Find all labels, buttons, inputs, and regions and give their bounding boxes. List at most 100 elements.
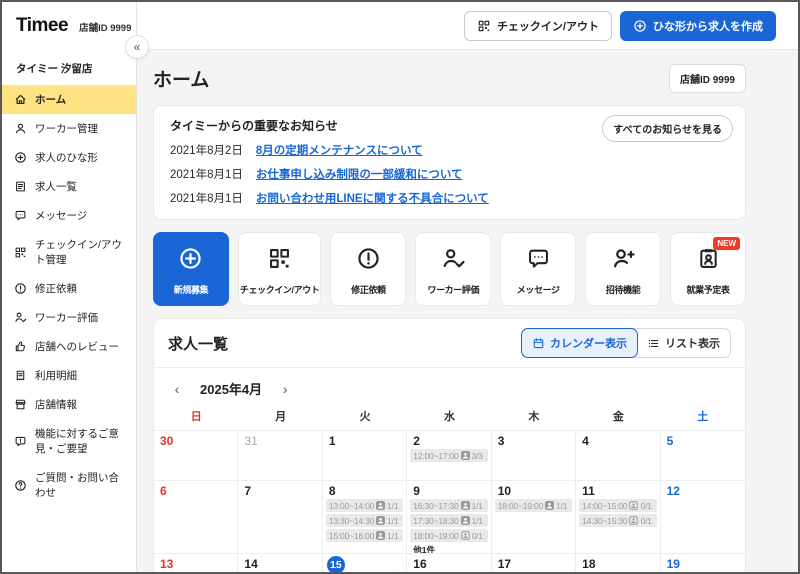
sidebar-item-job-list[interactable]: 求人一覧: [2, 172, 136, 201]
shortcut-checkin[interactable]: チェックイン/アウト: [237, 232, 322, 306]
calendar-day-31[interactable]: 31: [238, 430, 323, 480]
calendar: 30 31 1 2 12:00~17:00 3/3 3 4 5 6 7 8 13:00~14:00 1/1…: [154, 430, 745, 572]
day-number: 13: [160, 557, 174, 571]
sidebar-item-job-templates[interactable]: 求人のひな形: [2, 143, 136, 172]
shift-time: 16:30~17:30: [413, 500, 459, 511]
plus-circle-icon: [633, 19, 647, 33]
shift-chip[interactable]: 14:30~15:30 0/1: [579, 514, 657, 527]
weekday-label: 火: [359, 411, 371, 423]
document-icon: [14, 180, 27, 193]
calendar-view-button[interactable]: カレンダー表示: [521, 328, 638, 358]
notice-item: 2021年8月1日 お問い合わせ用LINEに関する不具合について: [170, 190, 729, 206]
shift-chip[interactable]: 15:00~16:00 1/1: [325, 529, 404, 542]
shift-chip[interactable]: 13:30~14:30 1/1: [325, 514, 404, 527]
shift-chip[interactable]: 12:00~17:00 3/3: [410, 449, 488, 462]
next-month-button[interactable]: ›: [278, 381, 292, 397]
create-job-from-template-button[interactable]: ひな形から求人を作成: [620, 10, 776, 41]
sidebar-item-worker-rating[interactable]: ワーカー評価: [2, 303, 136, 332]
view-all-notices-button[interactable]: すべてのお知らせを見る: [602, 115, 733, 142]
bust-icon: [629, 516, 639, 525]
sidebar-item-home[interactable]: ホーム: [2, 85, 136, 114]
shift-chip[interactable]: 18:00~19:00 1/1: [494, 499, 573, 512]
selected-day-badge: 15: [326, 556, 345, 572]
shift-chip[interactable]: 13:00~14:00 1/1: [325, 499, 404, 512]
shortcut-label: 招待機能: [605, 285, 641, 295]
calendar-day-3[interactable]: 3: [491, 430, 577, 480]
sidebar-item-label: 機能に対するご意見・ご要望: [35, 428, 119, 455]
weekday-label: 月: [275, 411, 287, 423]
shift-count: 1/1: [471, 515, 483, 526]
calendar-day-19[interactable]: 19: [660, 553, 745, 572]
calendar-day-10[interactable]: 10 18:00~19:00 1/1: [491, 480, 577, 553]
shortcut-worker-rating[interactable]: ワーカー評価: [415, 232, 492, 306]
calendar-day-12[interactable]: 12: [660, 480, 745, 553]
sidebar-item-checkin-management[interactable]: チェックイン/アウト管理: [2, 230, 136, 274]
calendar-day-8[interactable]: 8 13:00~14:00 1/1 13:30~14:30 1/1 15:00~16:00…: [322, 480, 408, 553]
shift-time: 14:30~15:30: [582, 515, 628, 526]
calendar-day-9[interactable]: 9 16:30~17:30 1/1 17:30~18:30 1/1 18:00~19:00…: [407, 480, 492, 555]
calendar-day-18[interactable]: 1817:00~18:000/117:30~18:300/12人: [576, 553, 661, 572]
shift-time: 13:00~14:00: [328, 500, 375, 511]
logo-row: Timee 店舗ID 9999: [2, 2, 136, 37]
notice-date: 2021年8月1日: [170, 193, 243, 205]
shortcut-correction[interactable]: 修正依頼: [330, 232, 407, 306]
calendar-day-17[interactable]: 1713:00~14:000/113:30~14:300/12人: [491, 553, 577, 572]
sidebar-item-store-reviews[interactable]: 店舗へのレビュー: [2, 332, 136, 361]
weekday-label: 土: [697, 411, 709, 423]
shift-chip[interactable]: 14:00~15:00 0/1: [579, 499, 657, 512]
calendar-day-1[interactable]: 1: [322, 430, 408, 480]
sidebar-item-correction-requests[interactable]: 修正依頼: [2, 274, 136, 303]
calendar-day-15[interactable]: 1513:00~14:001/118:00~19:001/1: [322, 553, 408, 572]
calendar-day-13[interactable]: 13: [154, 553, 239, 572]
thumbs-up-icon: [14, 340, 27, 353]
job-list-card: 求人一覧 カレンダー表示 リスト表示 ‹ 2025年4月 › 日月火水木金 土 …: [153, 318, 746, 572]
bust-icon: [629, 501, 639, 510]
shortcut-label: メッセージ: [516, 285, 560, 295]
page-title: ホーム: [153, 69, 210, 91]
calendar-day-11[interactable]: 11 14:00~15:00 0/1 14:30~15:30 0/1: [576, 480, 661, 553]
list-view-button[interactable]: リスト表示: [637, 329, 730, 357]
shortcut-messages[interactable]: メッセージ: [500, 232, 577, 306]
calendar-day-2[interactable]: 2 12:00~17:00 3/3: [407, 430, 492, 480]
day-number: 19: [666, 557, 680, 571]
checkin-checkout-button[interactable]: チェックイン/アウト: [463, 10, 612, 41]
sidebar-item-label: 店舗へのレビュー: [35, 341, 119, 353]
shift-chip[interactable]: 16:30~17:30 1/1: [410, 499, 488, 512]
sidebar-item-feedback[interactable]: 機能に対するご意見・ご要望: [2, 419, 136, 463]
sidebar-item-worker-management[interactable]: ワーカー管理: [2, 114, 136, 143]
slot-icon: [376, 516, 386, 525]
shift-chip[interactable]: 18:00~19:00 0/1: [410, 529, 488, 542]
list-icon: [647, 337, 660, 350]
calendar-day-14[interactable]: 1413:00~14:001/115:00~16:000/115:30~16:3…: [238, 553, 323, 572]
sidebar-item-inquiries[interactable]: ご質問・お問い合わせ: [2, 463, 136, 507]
shift-count: 3/3: [471, 450, 483, 461]
sidebar-item-usage-statement[interactable]: 利用明細: [2, 361, 136, 390]
slot-icon: [376, 501, 386, 510]
calendar-day-16[interactable]: 1614:00~15:001/114:30~15:300/116:00~17:0…: [407, 553, 492, 572]
sidebar-collapse-button[interactable]: «: [125, 35, 149, 59]
sidebar-item-label: 利用明細: [35, 370, 77, 382]
calendar-day-30[interactable]: 30: [154, 430, 239, 480]
sidebar-item-label: ご質問・お問い合わせ: [35, 472, 119, 499]
shortcut-schedule[interactable]: NEW 就業予定表: [670, 232, 746, 306]
person-plus-icon: [611, 246, 636, 271]
day-number: 30: [160, 434, 174, 448]
notice-link[interactable]: 8月の定期メンテナンスについて: [256, 142, 423, 158]
notice-link[interactable]: お問い合わせ用LINEに関する不具合について: [256, 190, 489, 206]
plus-circle-icon: [178, 246, 203, 271]
calendar-day-6[interactable]: 6: [154, 480, 239, 553]
weekday-label: 日: [190, 411, 202, 423]
title-row: ホーム 店舗ID 9999: [153, 63, 746, 93]
notice-link[interactable]: お仕事申し込み制限の一部緩和について: [256, 166, 463, 182]
calendar-day-4[interactable]: 4: [576, 430, 661, 480]
shortcut-new-posting[interactable]: 新規募集: [153, 232, 229, 306]
calendar-day-5[interactable]: 5: [660, 430, 745, 480]
slot-icon: [460, 501, 470, 510]
calendar-day-7[interactable]: 7: [238, 480, 323, 553]
message-icon: [14, 209, 27, 222]
shift-chip[interactable]: 17:30~18:30 1/1: [410, 514, 488, 527]
sidebar-item-store-info[interactable]: 店舗情報: [2, 390, 136, 419]
prev-month-button[interactable]: ‹: [170, 381, 184, 397]
sidebar-item-messages[interactable]: メッセージ: [2, 201, 136, 230]
shortcut-invite[interactable]: 招待機能: [585, 232, 662, 306]
